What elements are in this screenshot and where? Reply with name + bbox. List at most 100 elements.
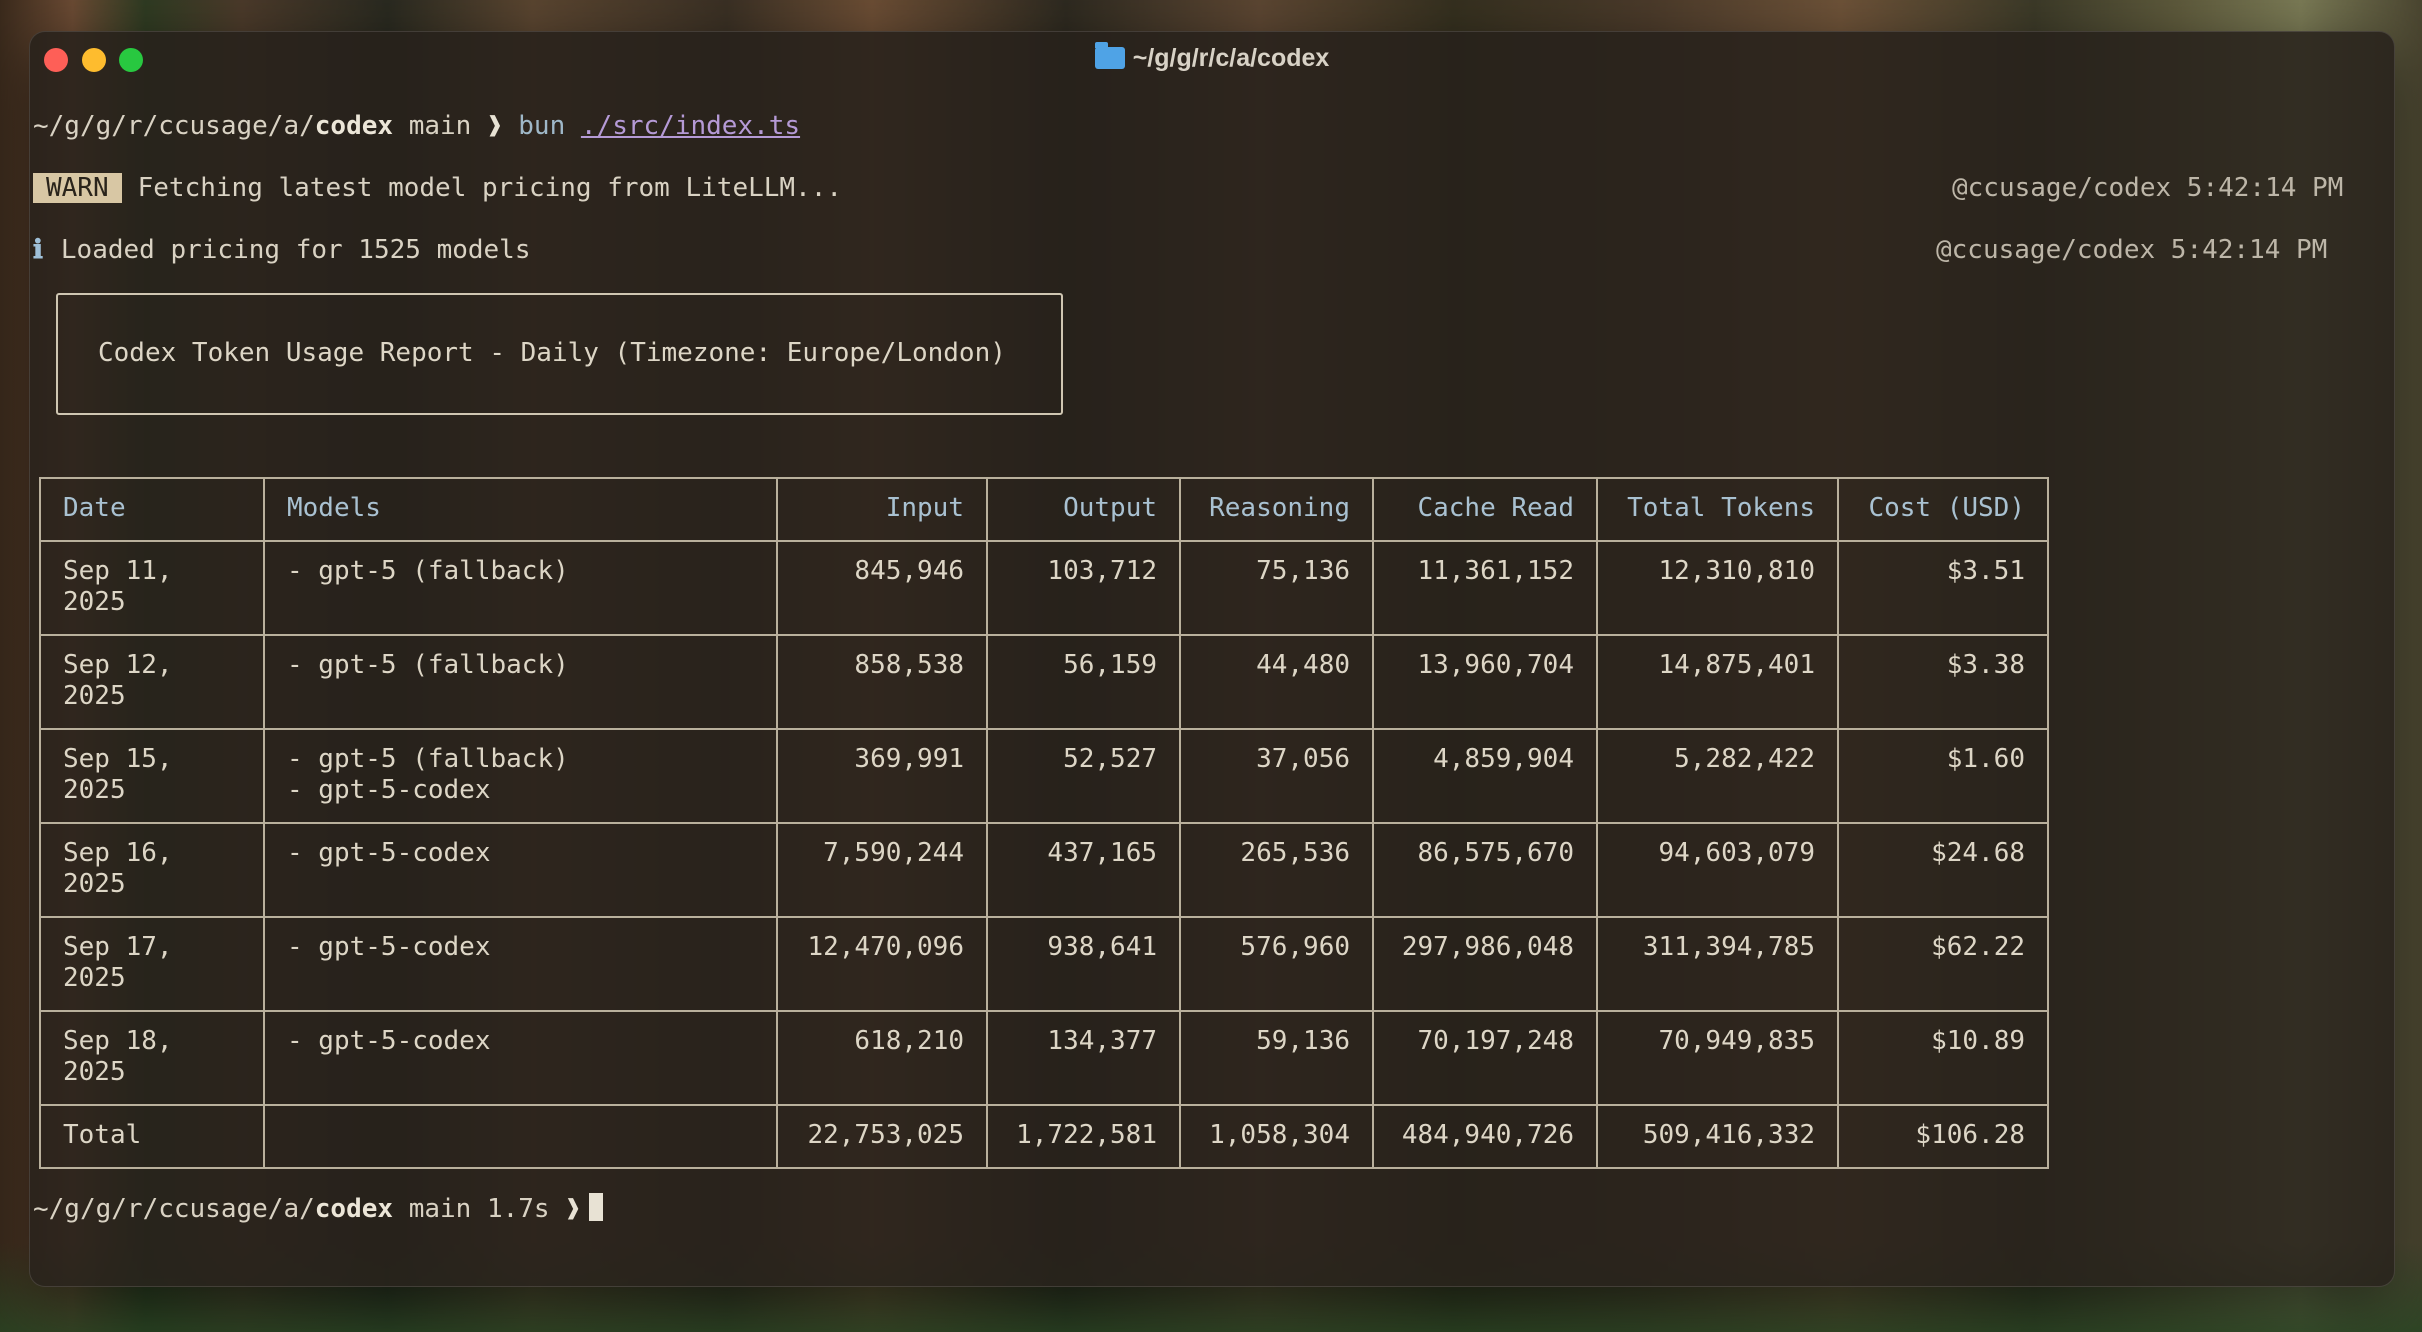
info-icon: ℹ (33, 235, 43, 265)
total-cost: $106.28 (1837, 1104, 2049, 1169)
warn-badge: WARN (33, 173, 122, 203)
cell-date: Sep 16, 2025 (39, 822, 265, 918)
prompt-branch-time: main 1.7s (393, 1194, 566, 1224)
cell-cost: $24.68 (1837, 822, 2049, 918)
header-cost: Cost (USD) (1837, 477, 2049, 542)
cell-cost: $3.51 (1837, 540, 2049, 636)
window-title-text: ~/g/g/r/c/a/codex (1132, 44, 1330, 72)
prompt-line-1: ~/g/g/r/ccusage/a/codex main ❱ bun ./src… (33, 110, 800, 142)
cell-reasoning: 576,960 (1179, 916, 1374, 1012)
cell-cost: $62.22 (1837, 916, 2049, 1012)
total-output: 1,722,581 (986, 1104, 1181, 1169)
header-models: Models (263, 477, 778, 542)
cell-output: 938,641 (986, 916, 1181, 1012)
prompt-branch: main (393, 111, 487, 141)
cell-input: 12,470,096 (776, 916, 988, 1012)
warn-line: WARN Fetching latest model pricing from L… (33, 172, 842, 204)
total-input: 22,753,025 (776, 1104, 988, 1169)
cursor[interactable] (588, 1193, 603, 1221)
usage-table: Date Models Input Output Reasoning Cache… (39, 477, 2049, 1169)
warn-message: Fetching latest model pricing from LiteL… (137, 173, 843, 203)
table-row: Sep 11, 2025 - gpt-5 (fallback) 845,946 … (39, 540, 2049, 636)
cell-output: 437,165 (986, 822, 1181, 918)
table-row: Sep 12, 2025 - gpt-5 (fallback) 858,538 … (39, 634, 2049, 730)
total-cache-read: 484,940,726 (1372, 1104, 1598, 1169)
warn-meta: @ccusage/codex 5:42:14 PM (1952, 173, 2344, 203)
cell-date: Sep 17, 2025 (39, 916, 265, 1012)
info-meta: @ccusage/codex 5:42:14 PM (1936, 235, 2328, 265)
cell-total-tokens: 311,394,785 (1596, 916, 1839, 1012)
cell-date: Sep 18, 2025 (39, 1010, 265, 1106)
cell-input: 858,538 (776, 634, 988, 730)
table-row: Sep 18, 2025 - gpt-5-codex 618,210 134,3… (39, 1010, 2049, 1106)
cell-cache-read: 11,361,152 (1372, 540, 1598, 636)
cell-input: 369,991 (776, 728, 988, 824)
window-title: ~/g/g/r/c/a/codex (30, 42, 2394, 73)
cell-output: 103,712 (986, 540, 1181, 636)
cell-models: - gpt-5 (fallback) (263, 540, 778, 636)
cell-models: - gpt-5-codex (263, 916, 778, 1012)
cell-models: - gpt-5 (fallback) (263, 634, 778, 730)
cell-reasoning: 265,536 (1179, 822, 1374, 918)
cell-models: - gpt-5-codex (263, 1010, 778, 1106)
cell-cost: $10.89 (1837, 1010, 2049, 1106)
cell-total-tokens: 5,282,422 (1596, 728, 1839, 824)
total-label: Total (39, 1104, 265, 1169)
cell-reasoning: 44,480 (1179, 634, 1374, 730)
prompt-line-2[interactable]: ~/g/g/r/ccusage/a/codex main 1.7s ❱ (33, 1193, 603, 1225)
cell-models: - gpt-5-codex (263, 822, 778, 918)
cell-cache-read: 13,960,704 (1372, 634, 1598, 730)
cell-output: 52,527 (986, 728, 1181, 824)
header-input: Input (776, 477, 988, 542)
cell-input: 618,210 (776, 1010, 988, 1106)
cell-date: Sep 12, 2025 (39, 634, 265, 730)
title-bar[interactable]: ~/g/g/r/c/a/codex (30, 32, 2394, 88)
cell-output: 134,377 (986, 1010, 1181, 1106)
cell-cost: $1.60 (1837, 728, 2049, 824)
cell-date: Sep 11, 2025 (39, 540, 265, 636)
prompt-path-dir: codex (314, 1194, 394, 1224)
cell-cache-read: 297,986,048 (1372, 916, 1598, 1012)
cell-cache-read: 86,575,670 (1372, 822, 1598, 918)
header-output: Output (986, 477, 1181, 542)
total-total-tokens: 509,416,332 (1596, 1104, 1839, 1169)
cell-cache-read: 70,197,248 (1372, 1010, 1598, 1106)
cell-date: Sep 15, 2025 (39, 728, 265, 824)
total-models (263, 1104, 778, 1169)
header-cache-read: Cache Read (1372, 477, 1598, 542)
header-date: Date (39, 477, 265, 542)
table-row: Sep 15, 2025 - gpt-5 (fallback) - gpt-5-… (39, 728, 2049, 824)
cell-output: 56,159 (986, 634, 1181, 730)
total-reasoning: 1,058,304 (1179, 1104, 1374, 1169)
header-reasoning: Reasoning (1179, 477, 1374, 542)
prompt-path-prefix: ~/g/g/r/ccusage/a/ (33, 111, 315, 141)
table-row: Sep 16, 2025 - gpt-5-codex 7,590,244 437… (39, 822, 2049, 918)
prompt-path-dir: codex (314, 111, 394, 141)
report-title-box: Codex Token Usage Report - Daily (Timezo… (56, 293, 1063, 415)
table-row: Sep 17, 2025 - gpt-5-codex 12,470,096 93… (39, 916, 2049, 1012)
cell-input: 845,946 (776, 540, 988, 636)
cell-models: - gpt-5 (fallback) - gpt-5-codex (263, 728, 778, 824)
prompt-chevron-icon: ❱ (486, 111, 503, 141)
prompt-chevron-icon: ❱ (565, 1194, 581, 1224)
cell-input: 7,590,244 (776, 822, 988, 918)
cell-reasoning: 75,136 (1179, 540, 1374, 636)
info-message: Loaded pricing for 1525 models (60, 235, 531, 265)
report-title: Codex Token Usage Report - Daily (Timezo… (98, 338, 1006, 368)
cell-total-tokens: 94,603,079 (1596, 822, 1839, 918)
terminal-window[interactable]: ~/g/g/r/c/a/codex ~/g/g/r/ccusage/a/code… (29, 31, 2395, 1287)
command-name: bun (502, 111, 581, 141)
cell-cache-read: 4,859,904 (1372, 728, 1598, 824)
folder-icon (1094, 42, 1125, 69)
cell-cost: $3.38 (1837, 634, 2049, 730)
cell-total-tokens: 14,875,401 (1596, 634, 1839, 730)
cell-reasoning: 37,056 (1179, 728, 1374, 824)
info-line: ℹ Loaded pricing for 1525 models (33, 234, 531, 266)
prompt-path-prefix: ~/g/g/r/ccusage/a/ (33, 1194, 315, 1224)
cell-total-tokens: 12,310,810 (1596, 540, 1839, 636)
table-total-row: Total 22,753,025 1,722,581 1,058,304 484… (39, 1104, 2049, 1169)
cell-total-tokens: 70,949,835 (1596, 1010, 1839, 1106)
header-total-tokens: Total Tokens (1596, 477, 1839, 542)
command-arg-link[interactable]: ./src/index.ts (581, 111, 800, 141)
cell-reasoning: 59,136 (1179, 1010, 1374, 1106)
